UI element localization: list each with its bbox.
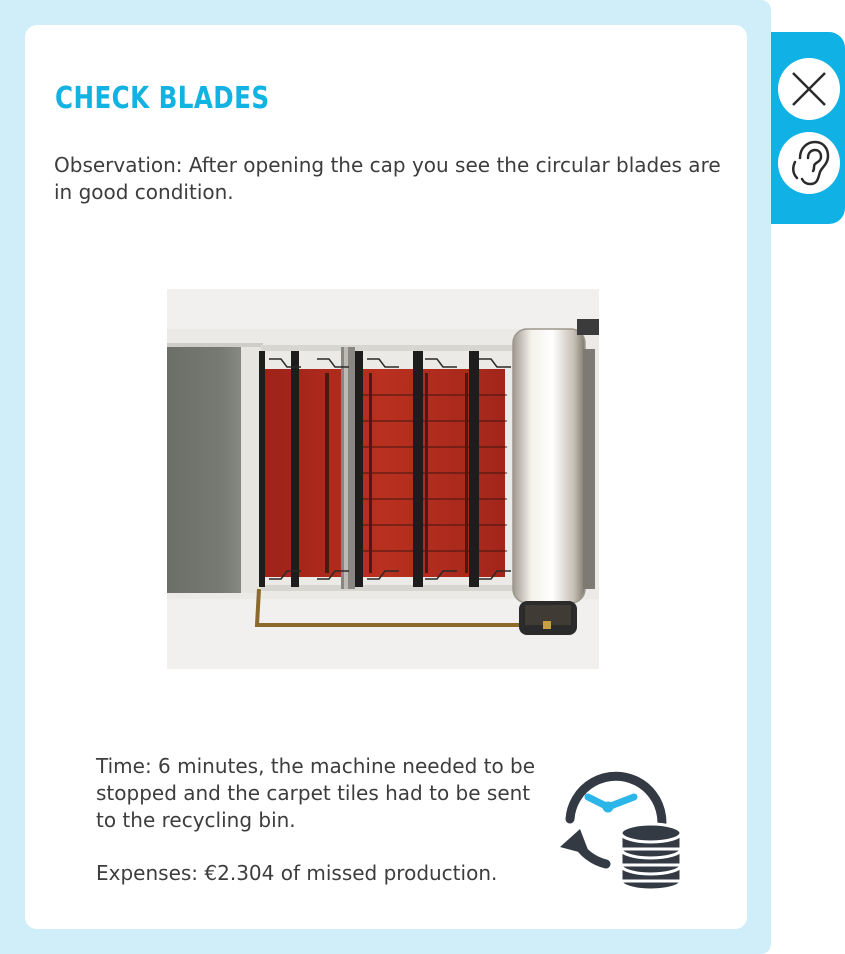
dialog-card: CHECK BLADES Observation: After opening … [25, 25, 747, 929]
dialog-title: CHECK BLADES [55, 81, 270, 116]
listen-audio-button[interactable] [778, 132, 840, 194]
observation-text: Observation: After opening the cap you s… [54, 153, 721, 204]
dialog-frame: CHECK BLADES Observation: After opening … [0, 0, 771, 954]
side-toolbar [771, 32, 845, 224]
close-icon [792, 72, 826, 106]
machine-blades-illustration [167, 289, 599, 669]
ear-icon [792, 140, 830, 186]
expenses-text: Expenses: €2.304 of missed production. [96, 861, 498, 885]
close-button[interactable] [778, 58, 840, 120]
time-text: Time: 6 minutes, the machine needed to b… [96, 754, 536, 832]
time-money-icon [560, 771, 683, 890]
